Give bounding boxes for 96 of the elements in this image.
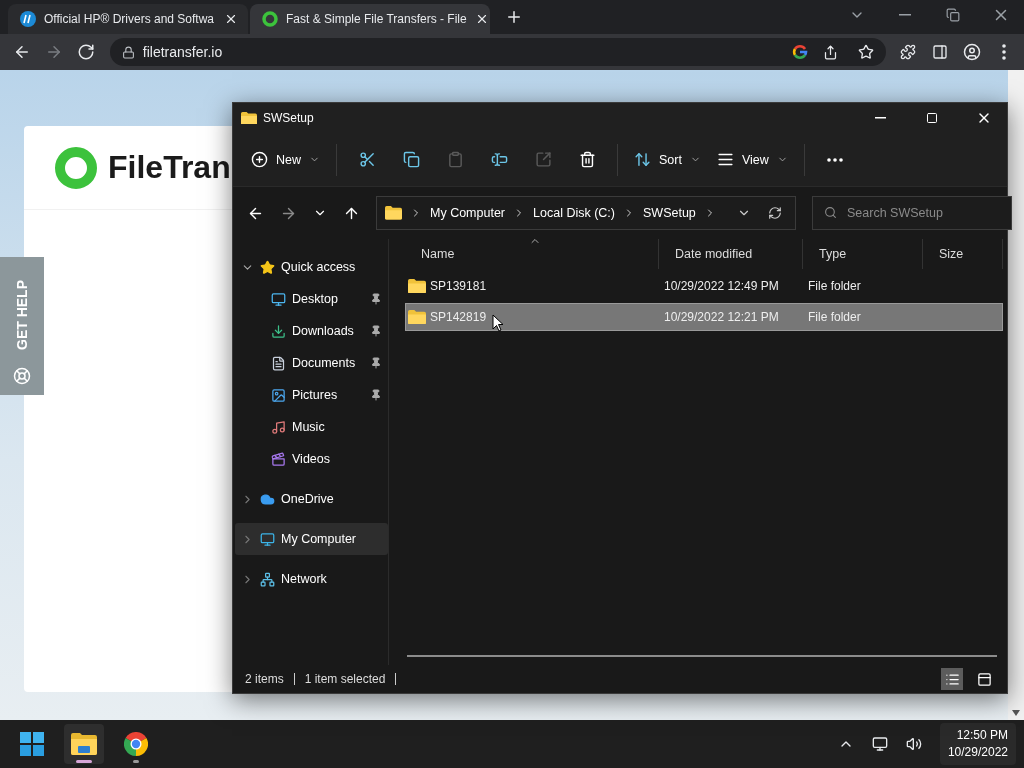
list-icon (944, 671, 960, 687)
nav-item[interactable]: Documents (235, 347, 388, 379)
type-cell-text: File folder (807, 310, 862, 324)
share-icon (822, 44, 838, 60)
lines-icon (716, 151, 734, 168)
sort-arrows-icon (634, 151, 651, 168)
network-icon (260, 571, 275, 587)
nav-item[interactable]: Downloads (235, 315, 388, 347)
colored-ring-icon (792, 44, 809, 60)
folder-icon (71, 733, 97, 755)
reload-icon (76, 43, 95, 61)
document-icon (271, 355, 286, 371)
nav-item[interactable]: Desktop (235, 283, 388, 315)
image-icon (271, 387, 286, 403)
trash-icon (578, 151, 596, 168)
ring-logo-icon (262, 11, 278, 27)
breadcrumb[interactable]: Local Disk (C:) (533, 206, 615, 220)
address-bar[interactable]: filetransfer.io (109, 38, 887, 66)
share-icon (534, 151, 552, 168)
lock-icon (121, 45, 135, 59)
item-count: 2 items (245, 672, 284, 686)
nav-item[interactable]: Pictures (235, 379, 388, 411)
scroll-down-icon[interactable] (1012, 710, 1020, 716)
logo-text: FileTran (108, 149, 231, 186)
nav-item[interactable]: OneDrive (235, 483, 388, 515)
file-row[interactable]: SP139181 10/29/2022 12:49 PM File folder (405, 272, 1003, 300)
music-icon (271, 419, 286, 435)
scrollbar[interactable] (407, 655, 997, 657)
colored-circle-icon (124, 732, 148, 756)
explorer-taskbar-button[interactable] (64, 724, 104, 764)
column-header[interactable]: Date modified (659, 239, 803, 269)
search-icon (824, 206, 837, 219)
restore-icon (946, 8, 960, 22)
view-button[interactable]: View (708, 141, 796, 178)
folder-icon (408, 278, 426, 294)
nav-item[interactable]: Videos (235, 443, 388, 475)
date-cell-text: 10/29/2022 12:49 PM (663, 279, 780, 293)
volume-icon (905, 736, 922, 752)
sort-button[interactable]: Sort (626, 141, 709, 178)
column-header[interactable]: Size (923, 239, 1003, 269)
menu-icon (1002, 44, 1006, 60)
selection-count: 1 item selected (304, 672, 386, 686)
column-header[interactable]: Name (405, 239, 659, 269)
monitor-icon (271, 291, 286, 307)
folder-icon (408, 309, 426, 325)
window-title: SWSetup (263, 111, 314, 125)
nav-item[interactable]: Quick access (235, 251, 388, 283)
minimize-icon (899, 14, 911, 16)
user-icon (963, 43, 982, 61)
nav-item[interactable]: Network (235, 563, 388, 595)
name-cell: SP139181 (408, 278, 487, 294)
cloud-icon (260, 491, 275, 507)
puzzle-icon (900, 44, 917, 60)
details-view-button[interactable] (941, 668, 963, 690)
breadcrumb[interactable]: SWSetup (643, 206, 696, 220)
close-icon (224, 12, 238, 26)
scissors-icon (358, 151, 376, 168)
refresh-icon (768, 206, 783, 220)
plus-icon (505, 8, 523, 26)
ring-logo-icon (54, 145, 98, 190)
clipboard-icon (446, 151, 464, 168)
new-button[interactable]: New (243, 141, 328, 178)
column-header[interactable]: Type (803, 239, 923, 269)
ellipsis-icon (826, 157, 843, 162)
address-field[interactable]: My Computer Local Disk (C:) SWSetup (376, 196, 796, 230)
search-field[interactable]: Search SWSetup (812, 196, 1012, 230)
cursor-icon (492, 314, 504, 332)
windows-icon (20, 732, 44, 756)
scrollbar[interactable] (1008, 70, 1024, 720)
date-cell-text: 10/29/2022 12:21 PM (663, 310, 780, 324)
star-icon (858, 44, 875, 60)
nav-item[interactable]: Music (235, 411, 388, 443)
folder-icon (385, 206, 402, 220)
nav-item[interactable]: My Computer (235, 523, 388, 555)
rename-icon (490, 151, 508, 168)
breadcrumb[interactable]: My Computer (430, 206, 506, 220)
folder-icon (241, 111, 257, 125)
plus-circle-icon (251, 151, 268, 168)
maximize-icon (926, 112, 938, 124)
copy-icon (402, 151, 420, 168)
browser-tab[interactable]: Official HP® Drivers and Softwa (8, 4, 248, 34)
minimize-icon (874, 117, 886, 119)
monitor-icon (260, 531, 275, 547)
browser-tab[interactable]: Fast & Simple File Transfers - File (250, 4, 490, 34)
name-cell: SP142819 (408, 309, 487, 325)
video-icon (271, 451, 286, 467)
star-icon (260, 259, 275, 275)
lifebuoy-icon (13, 367, 31, 385)
type-cell-text: File folder (807, 279, 862, 293)
download-icon (271, 323, 286, 339)
network-status-icon (871, 736, 888, 752)
tiles-icon (976, 671, 992, 687)
side-panel-icon (932, 44, 949, 60)
logo-icon (20, 11, 36, 27)
clock[interactable]: 12:50 PM 10/29/2022 (939, 723, 1016, 765)
file-row[interactable]: SP142819 10/29/2022 12:21 PM File folder (405, 303, 1003, 331)
